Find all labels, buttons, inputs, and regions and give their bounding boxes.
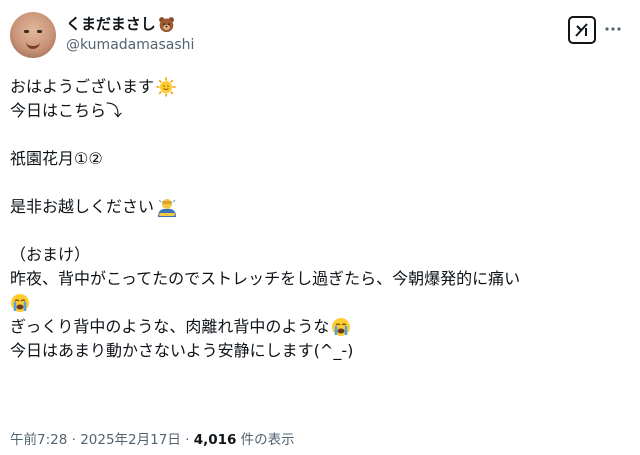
post-meta: 午前7:28 · 2025年2月17日 · 4,016 件の表示 [10, 428, 295, 448]
crying-face-icon [331, 317, 351, 337]
post-line-text: 祇園花月①② [10, 149, 103, 168]
display-name[interactable]: くまだまさし [66, 14, 156, 34]
post-line-text: 是非お越しください [10, 197, 155, 216]
post-line: ぎっくり背中のような、肉離れ背中のような [10, 315, 630, 339]
avatar-eye-left [24, 30, 29, 33]
post-line-text: 今日はこちら⤵ [10, 101, 123, 120]
grok-icon [575, 23, 588, 37]
post-line-text: （おまけ） [10, 245, 91, 264]
views-count[interactable]: 4,016 [194, 432, 237, 448]
post-line: 是非お越しください [10, 195, 630, 219]
post-header: くまだまさし @kumadamasashi [10, 12, 630, 60]
author-names: くまだまさし @kumadamasashi [66, 14, 194, 55]
post-line-text: ぎっくり背中のような、肉離れ背中のような [10, 317, 330, 336]
post-line: 今日はあまり動かさないよう安静にします(^_-) [10, 339, 630, 363]
post-line-text: おはようございます [10, 77, 155, 96]
avatar-eye-right [37, 30, 42, 33]
user-handle[interactable]: @kumadamasashi [66, 35, 194, 55]
more-options-button[interactable] [602, 18, 624, 40]
views-label[interactable]: 件の表示 [236, 432, 295, 448]
post-line: 昨夜、背中がこってたのでストレッチをし過ぎたら、今朝爆発的に痛い [10, 267, 630, 291]
post-line: 今日はこちら⤵ [10, 99, 630, 123]
post-line: （おまけ） [10, 243, 630, 267]
avatar-mouth [26, 40, 40, 49]
post-text: おはようございます 今日はこちら⤵ 祇園花月①② 是非お越しください （おまけ）… [10, 75, 630, 363]
crying-face-icon [10, 293, 30, 313]
more-icon [605, 27, 621, 31]
post-line: おはようございます [10, 75, 630, 99]
post-line-text: 今日はあまり動かさないよう安静にします(^_-) [10, 341, 354, 360]
post-line-text: 昨夜、背中がこってたのでストレッチをし過ぎたら、今朝爆発的に痛い [10, 269, 521, 288]
post-line: 祇園花月①② [10, 147, 630, 171]
avatar[interactable] [10, 12, 56, 58]
bear-icon [158, 16, 175, 33]
sun-icon [156, 77, 176, 97]
grok-button[interactable] [568, 16, 596, 44]
bowing-person-icon [156, 197, 177, 217]
post-line [10, 291, 630, 315]
display-name-row[interactable]: くまだまさし [66, 14, 194, 34]
post-timestamp[interactable]: 午前7:28 · 2025年2月17日 · [10, 432, 194, 448]
